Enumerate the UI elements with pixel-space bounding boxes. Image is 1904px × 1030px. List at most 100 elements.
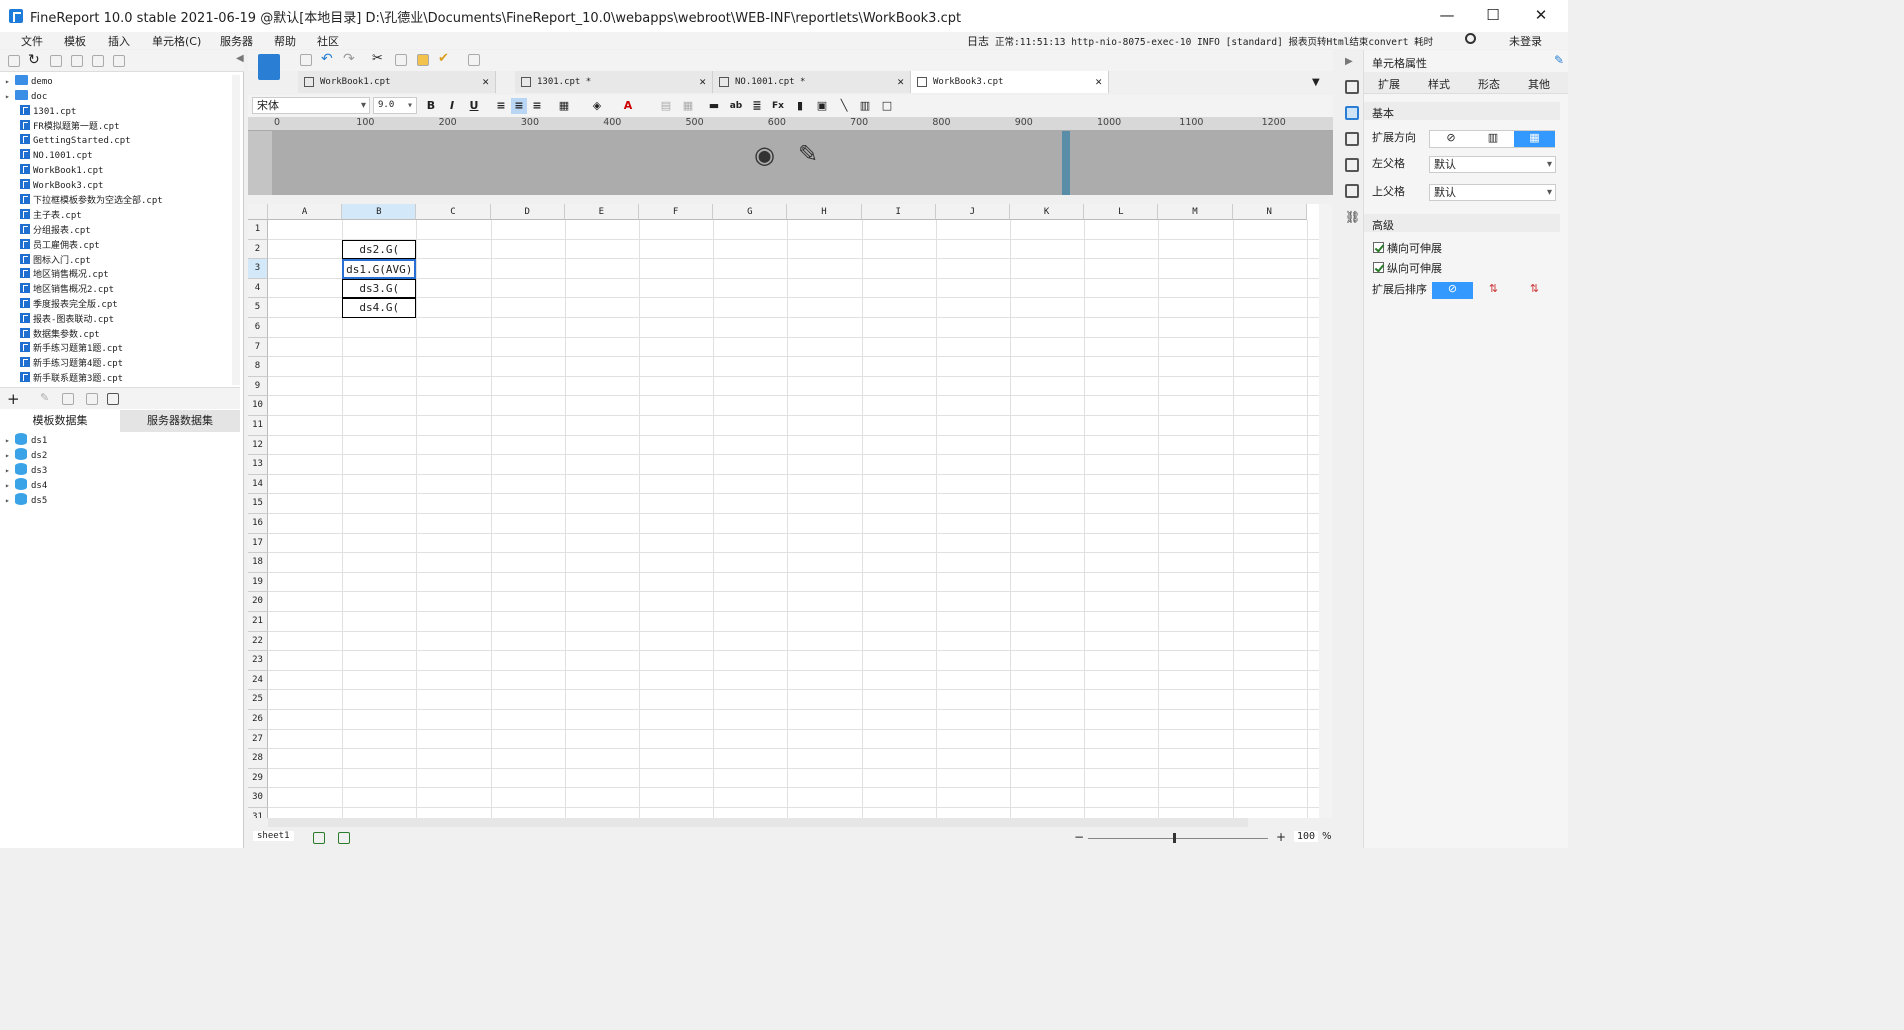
- sheet-tab[interactable]: sheet1: [253, 831, 294, 841]
- row-header[interactable]: 1: [248, 220, 268, 240]
- menu-server[interactable]: 服务器: [220, 33, 253, 49]
- tree-file[interactable]: 地区销售概况2.cpt: [0, 282, 114, 297]
- row-header[interactable]: 23: [248, 651, 268, 671]
- row-header[interactable]: 31: [248, 808, 268, 818]
- column-header[interactable]: F: [639, 204, 714, 220]
- row-header[interactable]: 4: [248, 278, 268, 299]
- props-edit-icon[interactable]: ✎: [1554, 53, 1564, 67]
- row-header[interactable]: 24: [248, 670, 268, 691]
- column-header[interactable]: N: [1232, 204, 1307, 220]
- add-poly-sheet-icon[interactable]: [338, 832, 350, 844]
- zoom-slider-handle[interactable]: [1173, 833, 1176, 843]
- close-icon[interactable]: ✕: [482, 71, 489, 93]
- collapse-left-icon[interactable]: ◀: [236, 53, 244, 64]
- slash-icon[interactable]: ╲: [836, 98, 852, 114]
- row-header[interactable]: 21: [248, 612, 268, 632]
- row-header[interactable]: 14: [248, 474, 268, 495]
- menu-help[interactable]: 帮助: [274, 33, 296, 49]
- row-header[interactable]: 20: [248, 592, 268, 612]
- column-header[interactable]: C: [416, 204, 491, 220]
- paste-icon[interactable]: [417, 54, 429, 66]
- tab-style[interactable]: 样式: [1428, 76, 1450, 92]
- align-left-icon[interactable]: ≡: [493, 98, 509, 114]
- h-expand-checkbox[interactable]: 横向可伸展: [1373, 240, 1442, 256]
- dataset-settings-icon[interactable]: [107, 393, 119, 405]
- tab-expand[interactable]: 扩展: [1378, 76, 1400, 92]
- maximize-button[interactable]: ☐: [1470, 0, 1516, 32]
- basic-section[interactable]: 基本: [1364, 102, 1560, 120]
- cell-b2[interactable]: ds2.G(: [342, 239, 417, 260]
- menu-insert[interactable]: 插入: [108, 33, 130, 49]
- v-expand-checkbox[interactable]: 纵向可伸展: [1373, 260, 1442, 276]
- row-header[interactable]: 12: [248, 435, 268, 456]
- expand-right-icon[interactable]: ▶: [1345, 56, 1353, 67]
- copy-icon[interactable]: [395, 54, 407, 66]
- tab-workbook3[interactable]: WorkBook3.cpt ✕: [911, 71, 1109, 93]
- border-icon[interactable]: ▦: [556, 98, 572, 114]
- column-header[interactable]: G: [713, 204, 788, 220]
- select-all-corner[interactable]: [248, 204, 268, 220]
- zoom-out-button[interactable]: −: [1074, 830, 1084, 844]
- tree-folder[interactable]: ▸ demo: [0, 75, 53, 90]
- sort-asc-icon[interactable]: ⇅: [1473, 282, 1514, 299]
- row-header[interactable]: 30: [248, 788, 268, 808]
- richtext-icon[interactable]: ≣: [749, 98, 765, 114]
- column-header[interactable]: E: [564, 204, 639, 220]
- column-header[interactable]: L: [1084, 204, 1159, 220]
- close-button[interactable]: ✕: [1518, 0, 1564, 32]
- tree-scrollbar[interactable]: [232, 75, 240, 385]
- column-header[interactable]: B: [342, 204, 417, 220]
- text-icon[interactable]: ab: [728, 98, 744, 114]
- tree-file[interactable]: 员工雇佣表.cpt: [0, 238, 100, 253]
- row-header[interactable]: 2: [248, 239, 268, 260]
- login-button[interactable]: 未登录: [1509, 33, 1542, 49]
- tab-form[interactable]: 形态: [1478, 76, 1500, 92]
- tree-file[interactable]: GettingStarted.cpt: [0, 134, 131, 149]
- cell-element-icon[interactable]: □: [879, 98, 895, 114]
- cell-b5[interactable]: ds4.G(: [342, 298, 417, 318]
- log-button[interactable]: 日志: [967, 33, 989, 49]
- tree-file[interactable]: 数据集参数.cpt: [0, 327, 100, 342]
- tree-file[interactable]: 新手联系题第3题.cpt: [0, 371, 123, 386]
- row-header[interactable]: 7: [248, 337, 268, 358]
- undo-icon[interactable]: ↶: [321, 51, 333, 67]
- tree-file[interactable]: 报表-图表联动.cpt: [0, 312, 114, 327]
- tree-file[interactable]: 图标入门.cpt: [0, 253, 91, 268]
- close-icon[interactable]: ✕: [699, 71, 706, 93]
- expand-arrow-icon[interactable]: ▸: [5, 77, 15, 86]
- font-color-icon[interactable]: A: [620, 98, 636, 114]
- hide-icon[interactable]: ◉: [754, 141, 775, 169]
- row-header[interactable]: 10: [248, 396, 268, 416]
- row-header[interactable]: 9: [248, 376, 268, 397]
- advanced-section[interactable]: 高级: [1364, 214, 1560, 232]
- cell-b3[interactable]: ds1.G(AVG): [342, 259, 417, 279]
- close-icon[interactable]: ✕: [897, 71, 904, 93]
- refresh-icon[interactable]: ↻: [28, 52, 40, 68]
- add-sheet-icon[interactable]: [313, 832, 325, 844]
- row-header[interactable]: 15: [248, 494, 268, 514]
- row-header[interactable]: 19: [248, 572, 268, 593]
- close-icon[interactable]: ✕: [1095, 71, 1102, 93]
- image-icon[interactable]: ▣: [814, 98, 830, 114]
- menu-template[interactable]: 模板: [64, 33, 86, 49]
- column-header[interactable]: D: [490, 204, 565, 220]
- row-header[interactable]: 5: [248, 298, 268, 318]
- column-header[interactable]: J: [935, 204, 1010, 220]
- row-header[interactable]: 6: [248, 318, 268, 338]
- menu-community[interactable]: 社区: [317, 33, 339, 49]
- font-select[interactable]: 宋体: [252, 97, 370, 114]
- add-dataset-icon[interactable]: +: [7, 390, 20, 408]
- horizontal-scrollbar[interactable]: [268, 818, 1248, 827]
- row-header[interactable]: 11: [248, 416, 268, 436]
- tab-workbook1[interactable]: WorkBook1.cpt ✕: [298, 71, 496, 93]
- row-header[interactable]: 17: [248, 533, 268, 554]
- dataset-item[interactable]: ▸ ds3: [0, 463, 47, 478]
- new-folder-icon[interactable]: [8, 55, 20, 67]
- locate-icon[interactable]: [50, 55, 62, 67]
- preview-icon[interactable]: [468, 54, 480, 66]
- sort-desc-icon[interactable]: ⇅: [1514, 282, 1555, 299]
- chart-icon[interactable]: ▮: [792, 98, 808, 114]
- tab-template-dataset[interactable]: 模板数据集: [0, 410, 120, 432]
- no-sort-icon[interactable]: ⊘: [1432, 282, 1473, 299]
- spreadsheet-grid[interactable]: A B C D E F G H I J K L M N 1 2 3 4 5 6 7 8 9 10 11 12 13 14 15 16 17 1…: [248, 204, 1319, 818]
